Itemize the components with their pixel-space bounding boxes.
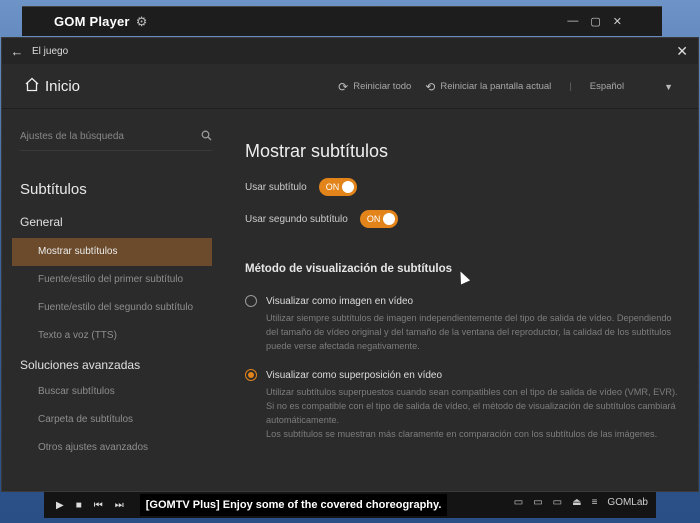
option-image-row[interactable]: Visualizar como imagen en vídeo bbox=[245, 295, 698, 307]
sidebar-item-other-advanced[interactable]: Otros ajustes avanzados bbox=[12, 434, 212, 462]
refresh-icon: ⟳ bbox=[338, 79, 349, 94]
option-overlay-desc-2: Si no es compatible con el tipo de salid… bbox=[266, 401, 676, 425]
sidebar-item-show-subtitles[interactable]: Mostrar subtítulos bbox=[12, 238, 212, 266]
settings-content: Mostrar subtítulos Usar subtítulo ON Usa… bbox=[245, 109, 698, 491]
chevron-down-icon[interactable]: ▼ bbox=[664, 82, 673, 92]
home-button[interactable]: Inicio bbox=[24, 77, 80, 96]
use-second-subtitle-row: Usar segundo subtítulo ON bbox=[245, 210, 698, 228]
option-image: Visualizar como imagen en vídeo Utilizar… bbox=[245, 295, 698, 353]
settings-sidebar: Ajustes de la búsqueda Subtítulos Genera… bbox=[2, 109, 222, 491]
header-actions: ⟳ Reiniciar todo ⟲ Reiniciar la pantalla… bbox=[324, 64, 673, 109]
search-placeholder: Ajustes de la búsqueda bbox=[20, 131, 124, 142]
option-overlay-row[interactable]: Visualizar como superposición en vídeo bbox=[245, 369, 698, 381]
search-input[interactable]: Ajustes de la búsqueda bbox=[20, 123, 212, 151]
settings-header: Inicio ⟳ Reiniciar todo ⟲ Reiniciar la p… bbox=[2, 64, 698, 109]
use-second-subtitle-toggle[interactable]: ON bbox=[359, 210, 398, 228]
reset-all-button[interactable]: ⟳ Reiniciar todo bbox=[338, 80, 411, 94]
close-icon[interactable]: ✕ bbox=[676, 43, 688, 60]
menu-icon[interactable]: ≡ bbox=[592, 497, 598, 508]
sidebar-item-subtitle-folder[interactable]: Carpeta de subtítulos bbox=[12, 406, 212, 434]
window-controls: — ▢ ✕ bbox=[567, 15, 622, 28]
gear-icon[interactable]: ⚙ bbox=[136, 14, 148, 30]
search-icon[interactable] bbox=[201, 130, 212, 144]
language-select[interactable]: Español bbox=[590, 81, 624, 92]
screen-icon[interactable]: ▭ bbox=[553, 497, 562, 508]
use-second-subtitle-label: Usar segundo subtítulo bbox=[245, 213, 348, 225]
option-overlay-desc-3: Los subtítulos se muestran más clarament… bbox=[266, 429, 658, 439]
settings-window: ← El juego ✕ Inicio ⟳ Reiniciar todo ⟲ R… bbox=[1, 37, 699, 492]
home-label: Inicio bbox=[45, 77, 81, 95]
sidebar-item-search-subtitles[interactable]: Buscar subtítulos bbox=[12, 378, 212, 406]
sidebar-section-title: Subtítulos bbox=[20, 181, 87, 198]
window-title: El juego bbox=[32, 45, 69, 57]
sidebar-item-tts[interactable]: Texto a voz (TTS) bbox=[12, 322, 212, 350]
use-subtitle-toggle[interactable]: ON bbox=[318, 178, 357, 196]
home-icon bbox=[24, 77, 40, 96]
close-icon[interactable]: ✕ bbox=[613, 15, 622, 28]
toggle-state: ON bbox=[366, 214, 381, 224]
player-control-bar: ▶ ■ ⏮ ⏭ [GOMTV Plus] Enjoy some of the c… bbox=[44, 492, 656, 518]
sidebar-item-first-subtitle-style[interactable]: Fuente/estilo del primer subtítulo bbox=[12, 266, 212, 294]
minimize-icon[interactable]: — bbox=[567, 15, 578, 28]
gomlab-logo[interactable]: GOMLab bbox=[607, 497, 648, 508]
play-icon[interactable]: ▶ bbox=[56, 500, 64, 511]
refresh-icon: ⟲ bbox=[425, 79, 436, 94]
news-ticker[interactable]: [GOMTV Plus] Enjoy some of the covered c… bbox=[139, 494, 448, 516]
settings-titlebar: ← El juego ✕ bbox=[2, 38, 698, 64]
option-image-desc: Utilizar siempre subtítulos de imagen in… bbox=[266, 313, 672, 351]
toggle-knob bbox=[341, 181, 354, 193]
display-method-heading: Método de visualización de subtítulos bbox=[245, 263, 453, 275]
app-logo: GOM Player bbox=[54, 14, 130, 29]
option-overlay-label: Visualizar como superposición en vídeo bbox=[266, 369, 443, 381]
stop-icon[interactable]: ■ bbox=[76, 500, 82, 511]
divider: | bbox=[569, 81, 572, 92]
gom-player-titlebar: GOM Player ⚙ — ▢ ✕ bbox=[22, 6, 662, 36]
next-icon[interactable]: ⏭ bbox=[115, 500, 124, 511]
reset-screen-button[interactable]: ⟲ Reiniciar la pantalla actual bbox=[425, 80, 551, 94]
option-overlay-desc-1: Utilizar subtítulos superpuestos cuando … bbox=[266, 387, 678, 397]
radio-image[interactable] bbox=[245, 295, 257, 307]
previous-icon[interactable]: ⏮ bbox=[94, 500, 103, 511]
option-image-label: Visualizar como imagen en vídeo bbox=[266, 295, 414, 307]
screen-icon[interactable]: ▭ bbox=[514, 497, 523, 508]
sidebar-group-advanced[interactable]: Soluciones avanzadas bbox=[20, 358, 222, 372]
maximize-icon[interactable]: ▢ bbox=[590, 15, 600, 28]
radio-overlay[interactable] bbox=[245, 369, 257, 381]
sidebar-item-second-subtitle-style[interactable]: Fuente/estilo del segundo subtítulo bbox=[12, 294, 212, 322]
screen-icon[interactable]: ▭ bbox=[533, 497, 542, 508]
toggle-knob bbox=[382, 213, 395, 225]
page-title: Mostrar subtítulos bbox=[245, 141, 389, 161]
reset-all-label: Reiniciar todo bbox=[353, 81, 412, 92]
back-arrow-icon[interactable]: ← bbox=[2, 44, 32, 59]
eject-icon[interactable]: ⏏ bbox=[572, 497, 581, 508]
reset-screen-label: Reiniciar la pantalla actual bbox=[440, 81, 552, 92]
use-subtitle-label: Usar subtítulo bbox=[245, 181, 307, 193]
use-subtitle-row: Usar subtítulo ON bbox=[245, 178, 698, 196]
sidebar-group-general[interactable]: General bbox=[20, 215, 222, 229]
toggle-state: ON bbox=[325, 182, 340, 192]
option-overlay: Visualizar como superposición en vídeo U… bbox=[245, 369, 698, 441]
player-right-controls: ▭ ▭ ▭ ⏏ ≡ GOMLab bbox=[514, 497, 648, 508]
